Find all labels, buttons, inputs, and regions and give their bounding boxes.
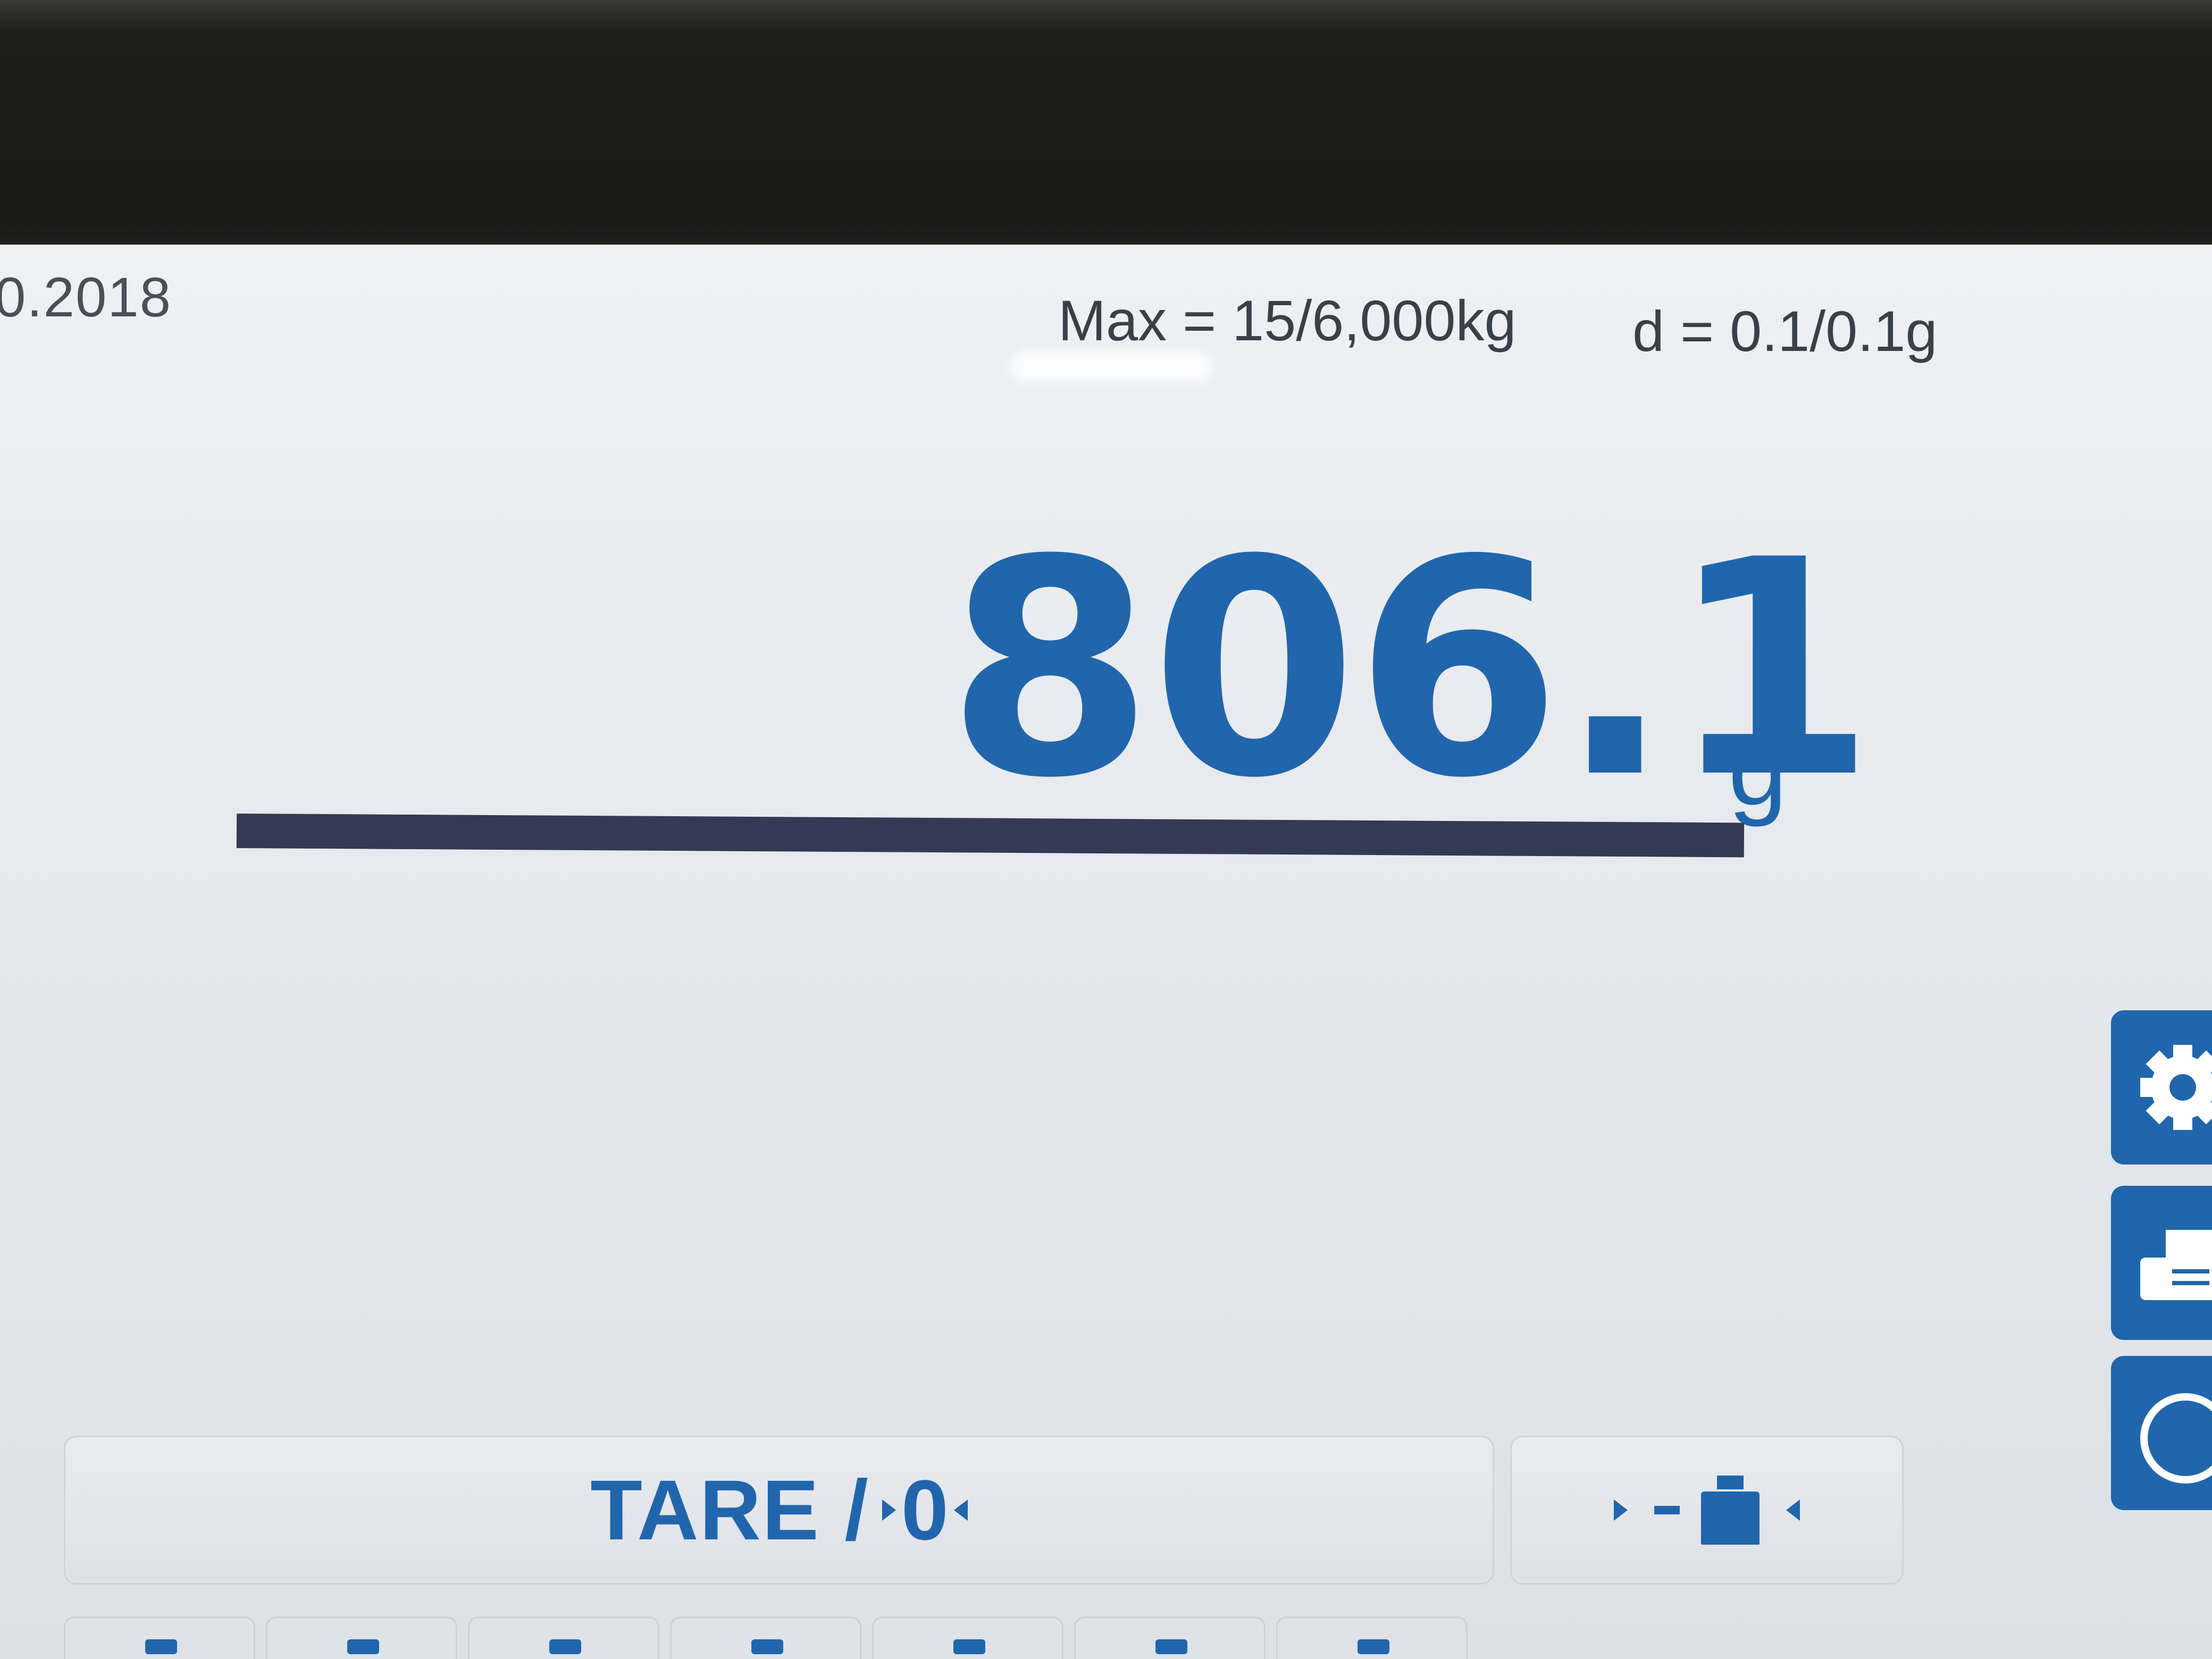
function-key-2[interactable] [266, 1616, 457, 1659]
calibration-weight-icon [1614, 1476, 1800, 1545]
info-button[interactable] [2111, 1356, 2212, 1510]
max-capacity-label: Max = 15/6,000kg [1058, 288, 1516, 353]
function-4-icon [751, 1639, 783, 1654]
function-key-7[interactable] [1276, 1616, 1468, 1659]
function-key-1[interactable] [64, 1616, 255, 1659]
info-icon [2140, 1393, 2212, 1484]
print-button[interactable] [2111, 1186, 2212, 1340]
function-3-icon [549, 1639, 581, 1654]
function-key-row [64, 1616, 1499, 1659]
function-1-icon [145, 1639, 177, 1654]
function-key-4[interactable] [670, 1616, 861, 1659]
zero-label: 0 [901, 1462, 949, 1557]
weight-unit: g [1728, 709, 1788, 827]
softkey-panel: TARE / 0 [64, 1436, 1904, 1585]
balance-screen: 0.2018 Max = 15/6,000kg d = 0.1/0.1g 806… [0, 245, 2212, 1659]
screen-glare [1010, 351, 1212, 383]
print-icon [2140, 1226, 2212, 1300]
settings-button[interactable] [2111, 1010, 2212, 1164]
function-2-icon [347, 1639, 379, 1654]
zero-icon: 0 [882, 1461, 968, 1559]
tare-label: TARE / [590, 1462, 869, 1557]
date-fragment: 0.2018 [0, 266, 172, 329]
function-6-icon [1155, 1639, 1187, 1654]
gear-icon [2140, 1045, 2212, 1130]
function-key-6[interactable] [1074, 1616, 1266, 1659]
function-5-icon [953, 1639, 985, 1654]
function-7-icon [1358, 1639, 1389, 1654]
function-key-5[interactable] [872, 1616, 1063, 1659]
readability-label: d = 0.1/0.1g [1632, 299, 1938, 363]
function-key-3[interactable] [468, 1616, 659, 1659]
adjust-button[interactable] [1510, 1436, 1904, 1585]
tare-zero-button[interactable]: TARE / 0 [64, 1436, 1494, 1585]
display-bezel [0, 0, 2212, 255]
